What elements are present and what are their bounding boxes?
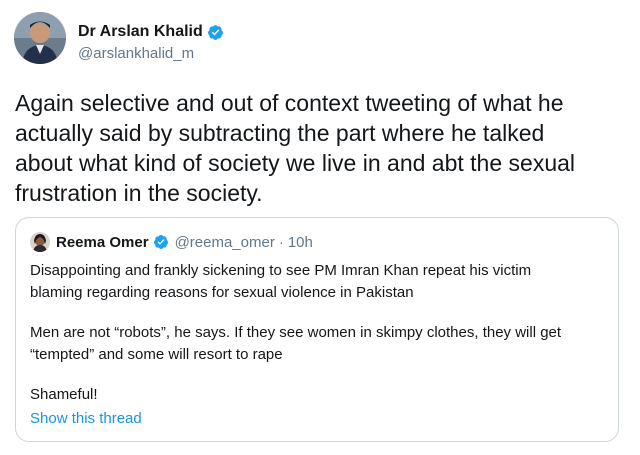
verified-badge-icon xyxy=(207,24,223,40)
tweet-header: Dr Arslan Khalid @arslankhalid_m xyxy=(14,12,224,64)
quoted-tweet-card[interactable]: Reema Omer @reema_omer · 10h Disappointi… xyxy=(15,217,619,442)
quoted-author-avatar xyxy=(30,232,50,252)
quoted-paragraph-1: Disappointing and frankly sickening to s… xyxy=(30,262,532,301)
author-handle[interactable]: @arslankhalid_m xyxy=(78,45,224,62)
quoted-tweet-header: Reema Omer @reema_omer · 10h xyxy=(30,232,313,252)
quoted-paragraph-2: Men are not “robots”, he says. If they s… xyxy=(30,324,562,363)
author-display-name[interactable]: Dr Arslan Khalid xyxy=(78,23,203,41)
quoted-author-handle[interactable]: @reema_omer xyxy=(175,234,275,251)
quoted-paragraph-3: Shameful! xyxy=(30,386,98,403)
show-thread-link[interactable]: Show this thread xyxy=(30,410,142,427)
tweet-text: Again selective and out of context tweet… xyxy=(15,90,576,206)
quoted-verified-badge-icon xyxy=(153,235,168,249)
display-name-row: Dr Arslan Khalid xyxy=(78,22,224,42)
author-names: Dr Arslan Khalid @arslankhalid_m xyxy=(78,22,224,62)
author-avatar[interactable] xyxy=(14,12,66,64)
meta-separator: · xyxy=(278,233,284,251)
quoted-tweet-timestamp[interactable]: 10h xyxy=(288,234,313,251)
quoted-author-display-name[interactable]: Reema Omer xyxy=(56,234,149,251)
tweet: Dr Arslan Khalid @arslankhalid_m Again s… xyxy=(0,0,640,455)
